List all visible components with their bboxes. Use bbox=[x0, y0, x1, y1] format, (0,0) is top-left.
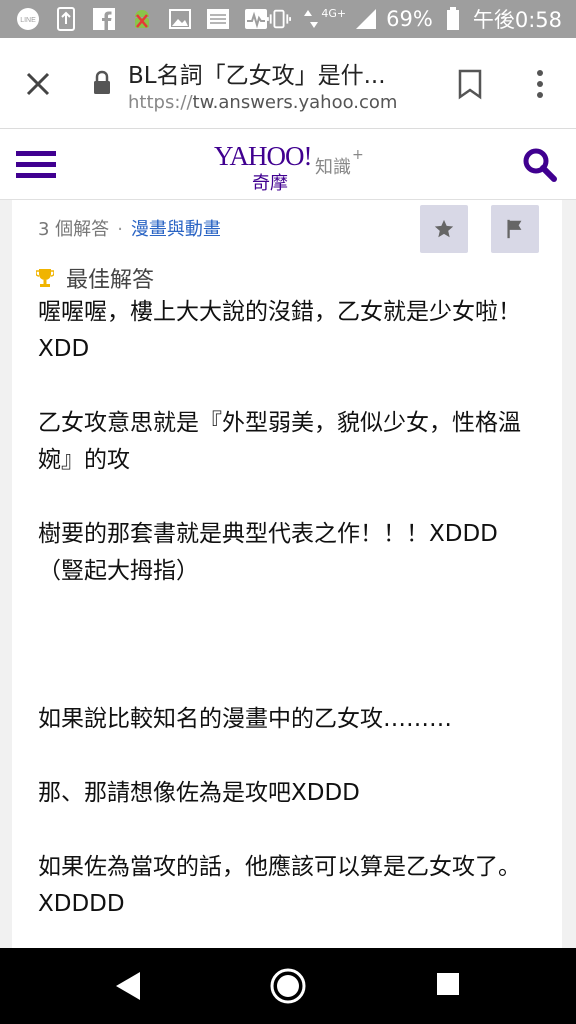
answer-paragraph: 樹要的那套書就是典型代表之作！！！XDDD（豎起大拇指） bbox=[38, 521, 498, 584]
status-bar: LINE 4G+ 69% 午後0:58 bbox=[0, 0, 576, 38]
answer-paragraph: 那、那請想像佐為是攻吧XDDD bbox=[38, 780, 360, 806]
trophy-icon bbox=[36, 269, 54, 287]
report-button[interactable] bbox=[491, 205, 539, 253]
notification-icons: LINE bbox=[16, 6, 268, 32]
vibrate-icon bbox=[267, 7, 292, 31]
page-url[interactable]: https://tw.answers.yahoo.com bbox=[128, 92, 397, 113]
clock: 午後0:58 bbox=[472, 8, 562, 32]
recent-apps-button[interactable] bbox=[436, 972, 460, 996]
bookmark-icon bbox=[458, 69, 482, 100]
hamburger-icon bbox=[16, 151, 56, 178]
url-host: tw.answers.yahoo.com bbox=[192, 92, 398, 113]
answer-card: 3 個解答 · 漫畫與動畫 最佳解答 喔喔喔，樓上大大說的沒錯，乙女就是少女啦！XD… bbox=[12, 200, 562, 948]
logo-sub: 奇摩 bbox=[252, 173, 288, 194]
follow-button[interactable] bbox=[420, 205, 468, 253]
bookmark-button[interactable] bbox=[456, 68, 484, 100]
android-debug-icon bbox=[130, 7, 154, 31]
answer-count: 3 個解答 bbox=[38, 219, 110, 240]
signal-icon bbox=[354, 7, 378, 31]
data-icon bbox=[299, 7, 323, 31]
best-answer-label: 最佳解答 bbox=[66, 268, 155, 293]
close-icon bbox=[26, 72, 50, 96]
menu-button[interactable] bbox=[16, 149, 56, 179]
logo-product: 知識 bbox=[315, 157, 351, 178]
battery-percent: 69% bbox=[386, 7, 433, 31]
system-status: 4G+ 69% 午後0:58 bbox=[267, 0, 562, 38]
flag-icon bbox=[507, 219, 522, 239]
search-button[interactable] bbox=[522, 147, 558, 183]
site-header: YAHOO! 奇摩 知識 + bbox=[0, 129, 576, 200]
answer-paragraph: 如果說比較知名的漫畫中的乙女攻……… bbox=[38, 706, 452, 732]
network-type: 4G+ bbox=[321, 6, 347, 20]
answer-paragraph: 喔喔喔，樓上大大說的沒錯，乙女就是少女啦！XDD bbox=[38, 299, 521, 362]
best-answer-header: 最佳解答 bbox=[36, 262, 154, 294]
logo-main: YAHOO! bbox=[214, 141, 312, 171]
logo-plus: + bbox=[352, 147, 364, 163]
close-tab-button[interactable] bbox=[22, 68, 54, 100]
home-button[interactable] bbox=[270, 968, 306, 1004]
category-link[interactable]: 漫畫與動畫 bbox=[131, 219, 221, 240]
upload-icon bbox=[54, 7, 78, 31]
battery-icon bbox=[441, 7, 465, 31]
answer-body: 喔喔喔，樓上大大說的沒錯，乙女就是少女啦！XDD 乙女攻意思就是『外型弱美，貌似… bbox=[38, 294, 536, 923]
back-icon bbox=[116, 972, 140, 1000]
line-icon: LINE bbox=[16, 7, 40, 31]
meta-separator: · bbox=[117, 219, 123, 240]
url-scheme: https:// bbox=[128, 92, 193, 113]
image-icon bbox=[168, 7, 192, 31]
recent-apps-icon bbox=[437, 973, 459, 995]
answer-paragraph: 如果佐為當攻的話，他應該可以算是乙女攻了。XDDDD bbox=[38, 854, 521, 917]
answer-paragraph: 乙女攻意思就是『外型弱美，貌似少女，性格溫婉』的攻 bbox=[38, 410, 521, 473]
browser-url-bar: BL名詞「乙女攻」是什... https://tw.answers.yahoo.… bbox=[0, 38, 576, 129]
yahoo-answers-logo[interactable]: YAHOO! 奇摩 知識 + bbox=[212, 139, 372, 195]
home-icon bbox=[270, 968, 306, 1004]
facebook-icon bbox=[92, 7, 116, 31]
back-button[interactable] bbox=[112, 970, 144, 1002]
navigation-bar bbox=[0, 948, 576, 1024]
lock-icon bbox=[92, 70, 112, 96]
star-icon bbox=[434, 219, 454, 238]
answer-meta: 3 個解答 · 漫畫與動畫 bbox=[38, 215, 221, 241]
search-icon bbox=[523, 148, 557, 182]
more-vert-icon bbox=[537, 70, 543, 98]
svg-text:LINE: LINE bbox=[20, 17, 36, 24]
calendar-icon bbox=[206, 7, 230, 31]
browser-menu-button[interactable] bbox=[530, 68, 550, 100]
activity-icon bbox=[244, 7, 268, 31]
page-title[interactable]: BL名詞「乙女攻」是什... bbox=[128, 56, 428, 90]
